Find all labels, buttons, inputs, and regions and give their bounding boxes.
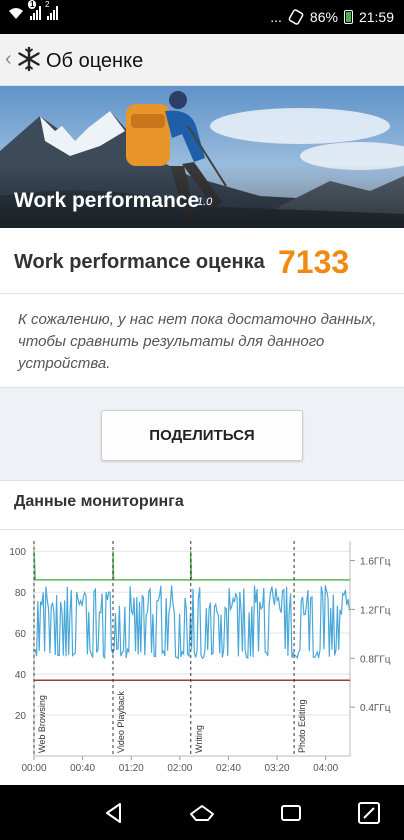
battery-percent: 86% [309,9,338,25]
x-tick-label: 02:00 [167,763,192,774]
y2-tick-label: 0.8ГГц [360,654,391,665]
x-tick-label: 00:00 [21,763,46,774]
monitoring-chart: 20 40 60 80 100 0.4ГГц 0.8ГГц 1.2ГГц 1.6ГГц 00:00… [9,541,391,774]
score-row: Work performance оценка 7133 [0,228,404,294]
y-tick-label: 80 [15,588,27,599]
divider [0,529,404,530]
navigation-bar [0,785,404,840]
no-data-note: К сожалению, у нас нет пока достаточно д… [0,294,404,388]
recents-icon[interactable] [277,799,305,827]
no-data-text: К сожалению, у нас нет пока достаточно д… [18,311,377,372]
phase-marker-label: Video Playback [116,691,126,753]
y-tick-label: 100 [9,547,26,558]
edit-icon[interactable] [355,799,383,827]
battery-series [33,551,350,581]
snowflake-logo-icon[interactable] [16,46,42,72]
score-value: 7133 [278,244,350,280]
monitoring-section: Данные мониторинга 20 40 60 80 100 0.4ГГц 0.8Г… [0,480,404,785]
y-tick-label: 40 [15,670,27,681]
x-tick-label: 04:00 [313,763,338,774]
phase-marker-label: Photo Editing [297,699,307,753]
sim2-badge: 2 [45,0,50,9]
clock: 21:59 [358,9,394,25]
status-right: ... 86% 21:59 [270,9,394,25]
score-label: Work performance оценка [14,251,265,273]
y2-tick-label: 0.4ГГц [360,703,391,714]
share-button[interactable]: ПОДЕЛИТЬСЯ [101,410,303,461]
wifi-icon [9,8,23,19]
x-tick-label: 03:20 [265,763,290,774]
back-arrow-icon[interactable]: ‹ [5,48,12,71]
monitoring-card: Данные мониторинга 20 40 60 80 100 0.4ГГц 0.8Г… [0,480,404,785]
battery-icon [343,10,353,24]
hero-banner: Work performance 1.0 [0,86,404,228]
x-tick-label: 01:20 [119,763,144,774]
phase-marker-label: Writing [194,725,204,753]
cpu-frequency-series [34,585,350,660]
hero-version: 1.0 [197,196,213,208]
y2-tick-label: 1.6ГГц [360,557,391,568]
sim1-badge: 1 [28,0,37,9]
signal-sim1-icon: 1 [28,0,41,20]
signal-sim2-icon: 2 [45,0,58,20]
rotation-icon [288,9,304,25]
y-tick-label: 60 [15,629,27,640]
share-section: ПОДЕЛИТЬСЯ [0,388,404,480]
status-bar: 1 2 ... 86% 21:59 [0,0,404,34]
monitoring-title: Данные мониторинга [14,493,184,510]
status-left: 1 2 [8,0,58,20]
x-tick-label: 00:40 [70,763,95,774]
hero-title: Work performance [14,189,200,212]
y-tick-label: 20 [15,711,27,722]
x-tick-label: 02:40 [216,763,241,774]
app-bar: ‹ Об оценке [0,34,404,86]
overflow-indicator: ... [270,9,282,25]
back-icon[interactable] [100,799,128,827]
y2-tick-label: 1.2ГГц [360,605,391,616]
phase-marker-label: Web Browsing [37,695,47,753]
page-title: Об оценке [46,50,144,72]
home-icon[interactable] [188,799,216,827]
